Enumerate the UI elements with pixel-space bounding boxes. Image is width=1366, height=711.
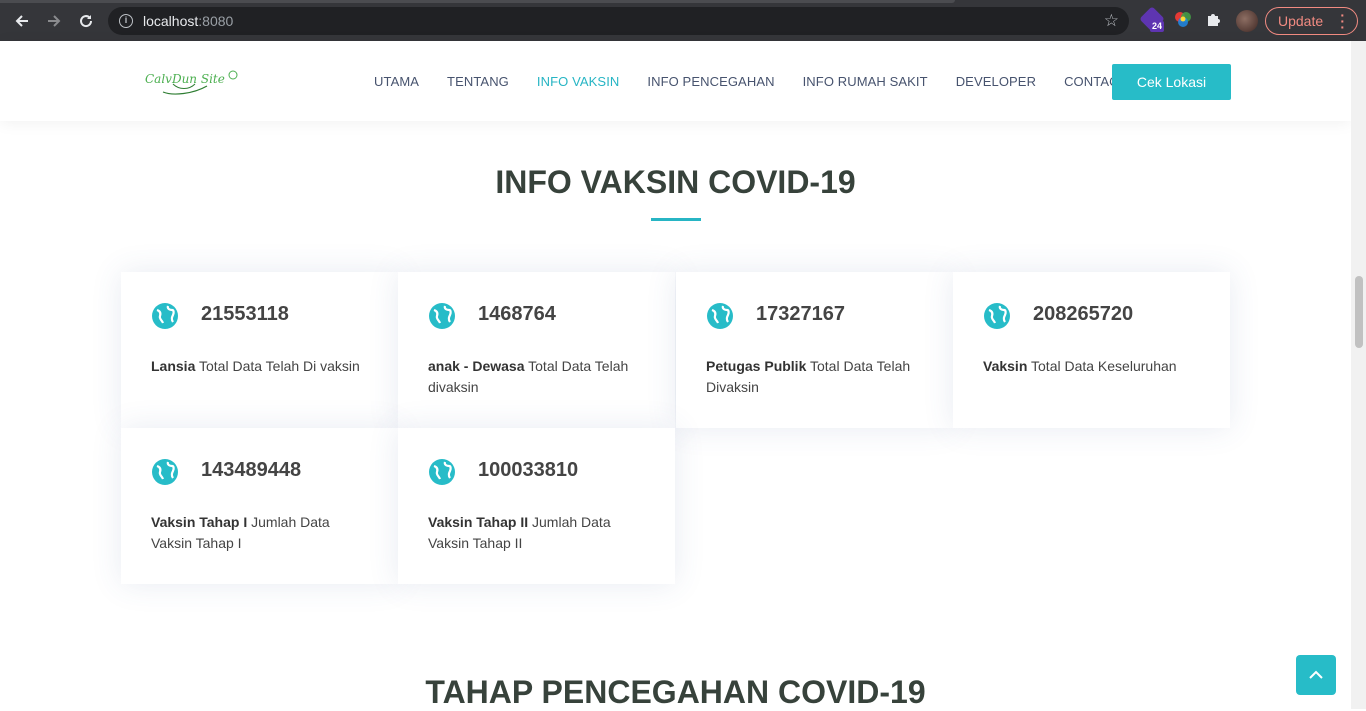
next-section-title: TAHAP PENCEGAHAN COVID-19 xyxy=(425,674,926,710)
stat-label: Vaksin Tahap I xyxy=(151,514,248,530)
stat-card: 143489448 Vaksin Tahap I Jumlah Data Vaks… xyxy=(121,428,398,584)
tab-strip-edge xyxy=(0,0,955,3)
nav-info-vaksin[interactable]: INFO VAKSIN xyxy=(537,74,619,89)
forward-arrow-icon[interactable] xyxy=(43,10,65,32)
extension-icon[interactable]: 24 xyxy=(1139,6,1165,32)
site-info-icon[interactable]: i xyxy=(119,14,133,28)
url-text: localhost:8080 xyxy=(143,13,233,29)
url-host: localhost xyxy=(143,13,199,29)
stat-card: 100033810 Vaksin Tahap II Jumlah Data Vak… xyxy=(398,428,675,584)
section-title: INFO VAKSIN COVID-19 xyxy=(495,164,856,200)
extension-badge: 24 xyxy=(1150,21,1165,32)
bookmark-star-icon[interactable]: ☆ xyxy=(1104,11,1119,31)
globe-icon xyxy=(428,458,456,486)
main-nav: UTAMA TENTANG INFO VAKSIN INFO PENCEGAHA… xyxy=(374,74,1155,89)
nav-info-pencegahan[interactable]: INFO PENCEGAHAN xyxy=(647,74,774,89)
update-button[interactable]: Update · · · xyxy=(1265,7,1358,35)
back-to-top-button[interactable] xyxy=(1296,655,1336,695)
menu-dots-icon[interactable]: · · · xyxy=(1340,8,1345,34)
url-port: :8080 xyxy=(198,13,234,29)
logo-text: CalvDun Site xyxy=(145,72,225,86)
update-label: Update xyxy=(1278,13,1324,29)
nav-developer[interactable]: DEVELOPER xyxy=(956,74,1036,89)
globe-icon xyxy=(706,302,734,330)
stat-description: Vaksin Tahap I Jumlah Data Vaksin Tahap … xyxy=(151,512,371,554)
back-arrow-icon[interactable] xyxy=(11,10,33,32)
stat-number: 100033810 xyxy=(478,459,579,481)
cek-lokasi-button[interactable]: Cek Lokasi xyxy=(1112,64,1231,100)
stat-label: Petugas Publik xyxy=(706,358,807,374)
stat-text: Total Data Telah Di vaksin xyxy=(195,358,360,374)
stat-card: 1468764 anak - Dewasa Total Data Telah di… xyxy=(398,272,675,428)
color-extension-icon[interactable] xyxy=(1173,10,1195,32)
puzzle-extensions-icon[interactable] xyxy=(1205,10,1227,32)
reload-icon[interactable] xyxy=(75,10,97,32)
stat-label: Vaksin Tahap II xyxy=(428,514,529,530)
scrollbar-thumb[interactable] xyxy=(1355,276,1363,348)
stat-description: Vaksin Tahap II Jumlah Data Vaksin Tahap… xyxy=(428,512,648,554)
stat-card: 208265720 Vaksin Total Data Keseluruhan xyxy=(953,272,1230,428)
site-logo[interactable]: CalvDun Site xyxy=(145,66,245,98)
chevron-up-icon xyxy=(1309,670,1323,679)
section-title-underline xyxy=(651,218,701,221)
stat-number: 143489448 xyxy=(201,459,302,481)
stat-label: Lansia xyxy=(151,358,196,374)
globe-icon xyxy=(428,302,456,330)
stat-text: Total Data Keseluruhan xyxy=(1027,358,1177,374)
stat-card: 21553118 Lansia Total Data Telah Di vaksi… xyxy=(121,272,398,428)
address-bar[interactable]: i localhost:8080 ☆ xyxy=(108,7,1129,35)
stat-label: anak - Dewasa xyxy=(428,358,525,374)
stat-card: 17327167 Petugas Publik Total Data Telah … xyxy=(676,272,953,428)
stat-number: 208265720 xyxy=(1033,303,1134,325)
stat-number: 1468764 xyxy=(478,303,556,325)
globe-icon xyxy=(151,302,179,330)
stat-label: Vaksin xyxy=(983,358,1028,374)
page-scrollbar[interactable] xyxy=(1351,41,1366,709)
stat-description: anak - Dewasa Total Data Telah divaksin xyxy=(428,356,648,398)
stat-description: Petugas Publik Total Data Telah Divaksin xyxy=(706,356,926,398)
stat-description: Lansia Total Data Telah Di vaksin xyxy=(151,356,371,377)
nav-info-rumah-sakit[interactable]: INFO RUMAH SAKIT xyxy=(803,74,928,89)
site-header: CalvDun Site UTAMA TENTANG INFO VAKSIN I… xyxy=(0,41,1351,121)
nav-tentang[interactable]: TENTANG xyxy=(447,74,509,89)
stat-description: Vaksin Total Data Keseluruhan xyxy=(983,356,1203,377)
globe-icon xyxy=(983,302,1011,330)
browser-toolbar: i localhost:8080 ☆ 24 Update · · · xyxy=(0,0,1366,41)
profile-avatar[interactable] xyxy=(1236,10,1258,32)
stat-number: 21553118 xyxy=(201,303,289,325)
globe-icon xyxy=(151,458,179,486)
nav-utama[interactable]: UTAMA xyxy=(374,74,419,89)
stat-number: 17327167 xyxy=(756,303,845,325)
